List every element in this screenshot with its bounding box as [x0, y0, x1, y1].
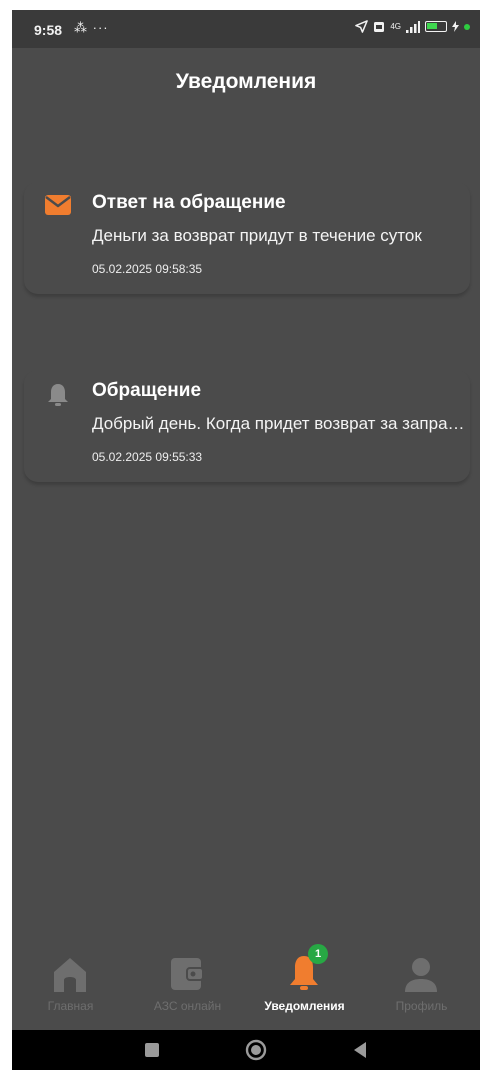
- nav-label: АЗС онлайн: [153, 999, 222, 1013]
- status-right-icons: 4G: [355, 20, 470, 33]
- charging-dot-icon: [464, 23, 470, 30]
- nav-label: Уведомления: [264, 999, 345, 1013]
- nav-label: Профиль: [395, 999, 448, 1013]
- profile-icon: [401, 948, 441, 994]
- notification-body: Деньги за возврат придут в течение суток: [92, 226, 422, 245]
- notification-badge: 1: [308, 944, 328, 964]
- signal-icon: [406, 20, 420, 33]
- status-time: 9:58: [34, 22, 63, 38]
- nav-item-azs-online[interactable]: АЗС онлайн: [129, 940, 246, 1028]
- notification-title: Обращение: [92, 380, 202, 401]
- home-icon: [50, 948, 90, 994]
- charging-icon: [452, 21, 459, 32]
- network-type-label: 4G: [390, 22, 401, 31]
- circle-icon[interactable]: [244, 1038, 268, 1062]
- system-nav-bar: [12, 1030, 480, 1070]
- battery-level: [427, 23, 437, 29]
- square-icon[interactable]: [140, 1038, 164, 1062]
- app-screen: 9:58 ⁂ ··· 4G Уведомления Ответ на обращ…: [12, 10, 480, 1070]
- notification-timestamp: 05.02.2025 09:55:33: [92, 450, 203, 464]
- battery-icon: [425, 21, 447, 32]
- notification-timestamp: 05.02.2025 09:58:35: [92, 262, 203, 276]
- bell-icon: [44, 382, 72, 406]
- notification-card[interactable]: Обращение Добрый день. Когда придет возв…: [24, 370, 470, 482]
- envelope-icon: [44, 194, 72, 218]
- nav-item-profile[interactable]: Профиль: [363, 940, 480, 1028]
- notification-body: Добрый день. Когда придет возврат за зап…: [92, 414, 466, 433]
- location-arrow-icon: [355, 20, 369, 33]
- back-triangle-icon[interactable]: [348, 1038, 372, 1062]
- sim-icon: [373, 21, 385, 33]
- notification-card[interactable]: Ответ на обращение Деньги за возврат при…: [24, 182, 470, 294]
- notification-title: Ответ на обращение: [92, 192, 286, 213]
- nav-label: Главная: [47, 999, 94, 1013]
- page-title: Уведомления: [175, 70, 317, 93]
- bottom-nav: Главная АЗС онлайн 1 Уведомления Профиль: [12, 940, 480, 1028]
- nav-item-notifications[interactable]: 1 Уведомления: [246, 940, 363, 1028]
- wallet-icon: [167, 948, 207, 994]
- status-left-icons: ⁂ ···: [74, 20, 109, 35]
- status-bar: 9:58 ⁂ ··· 4G: [12, 10, 480, 48]
- nav-item-home[interactable]: Главная: [12, 940, 129, 1028]
